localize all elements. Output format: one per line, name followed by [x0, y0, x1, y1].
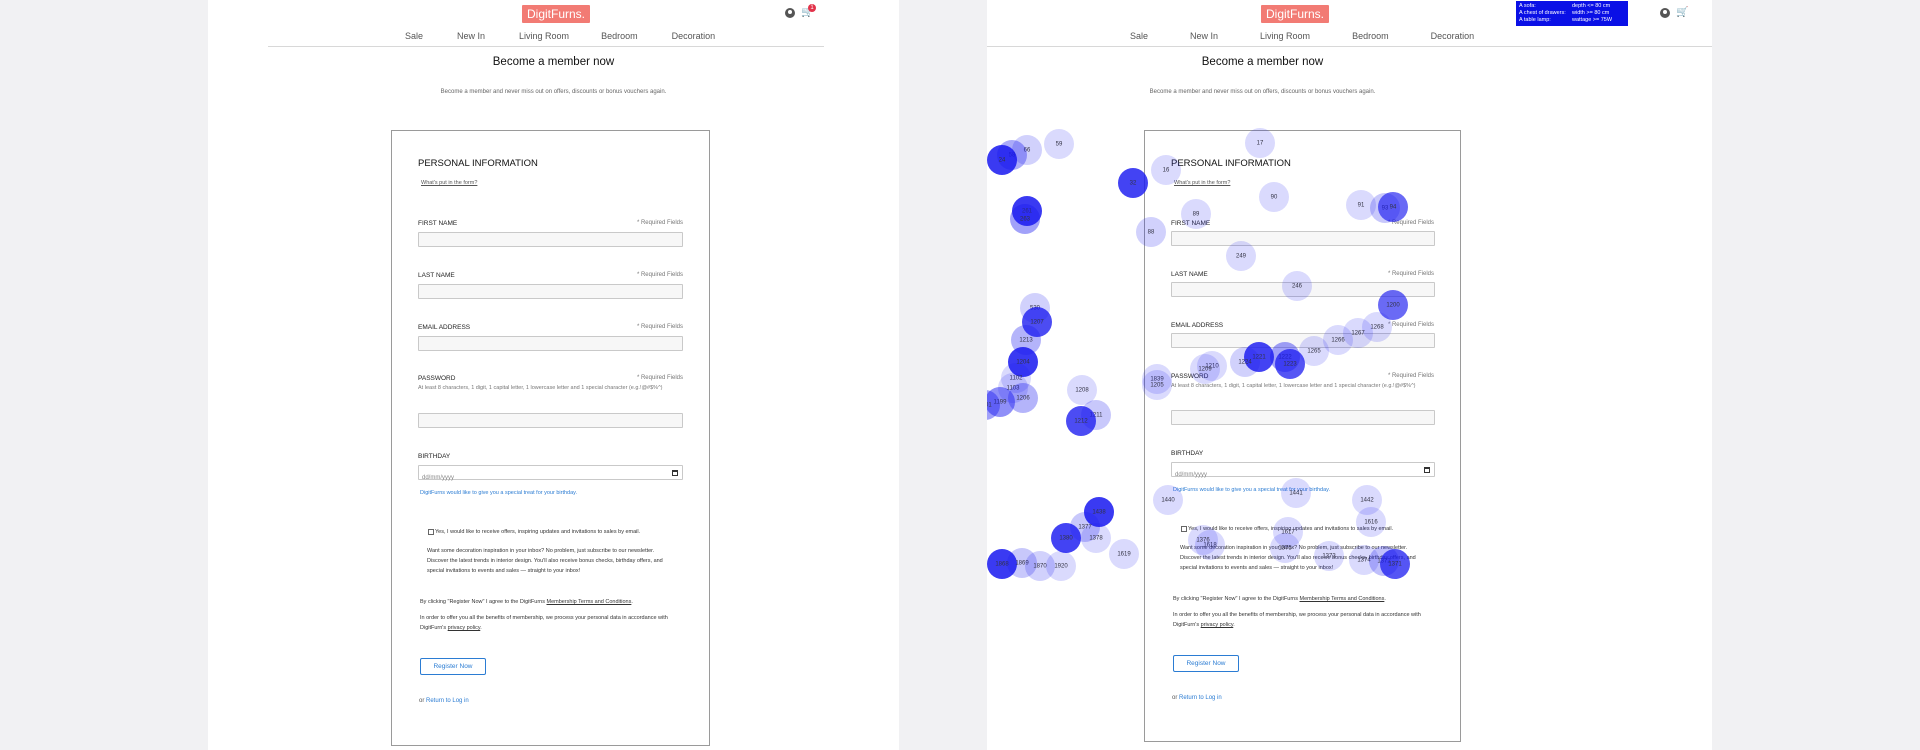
heatmap-bubble-label: 1376 — [1196, 538, 1210, 544]
heatmap-bubble-label: 88 — [1148, 230, 1155, 236]
heatmap-bubble-label: 1616 — [1364, 520, 1378, 526]
heatmap-bubble — [955, 392, 985, 422]
heatmap-bubble-label: 1380 — [1059, 536, 1073, 542]
heatmap-bubble-label: 1266 — [1331, 338, 1345, 344]
heatmap-bubble-label: 263 — [1020, 217, 1031, 223]
heatmap-bubble-label: 1265 — [1307, 349, 1321, 355]
heatmap-bubble-label: 1208 — [1075, 388, 1089, 394]
heatmap-bubble-label: 249 — [1236, 254, 1247, 260]
heatmap-bubble-label: 16 — [1163, 168, 1170, 174]
heatmap-bubble-label: 1201 — [978, 403, 992, 409]
heatmap-bubble-label: 1442 — [1360, 498, 1374, 504]
heatmap-bubble-label: 246 — [1292, 284, 1303, 290]
heatmap-bubble-label: 1202 — [963, 405, 977, 411]
heatmap-bubble-label: 1373 — [1322, 554, 1336, 560]
heatmap-bubble-label: 1200 — [1386, 303, 1400, 309]
heatmap-bubble-label: 91 — [1358, 203, 1365, 209]
heatmap-bubble-label: 1438 — [1092, 510, 1106, 516]
heatmap-bubble-label: 1441 — [1289, 491, 1303, 497]
heatmap-bubble-label: 1920 — [1054, 564, 1068, 570]
heatmap-bubble-label: 1870 — [1033, 564, 1047, 570]
heatmap-bubble-label: 1619 — [1117, 552, 1131, 558]
heatmap-bubble-label: 1223 — [1283, 362, 1297, 368]
attention-heatmap: 1759665824163290919394892612638824924612… — [955, 128, 1410, 581]
heatmap-bubble-label: 24 — [999, 158, 1006, 164]
heatmap-bubble-label: 1375 — [1278, 546, 1292, 552]
heatmap-bubble-label: 1371 — [1388, 562, 1402, 568]
heatmap-bubble-label: 1207 — [1030, 320, 1044, 326]
heatmap-bubble-label: 1209 — [1198, 367, 1212, 373]
heatmap-bubble-label: 1212 — [1074, 419, 1088, 425]
heatmap-bubble-label: 94 — [1390, 205, 1397, 211]
heatmap-bubble-label: 1206 — [1016, 396, 1030, 402]
heatmap-bubble-label: 1267 — [1351, 331, 1365, 337]
heatmap-bubble-label: 17 — [1257, 141, 1264, 147]
heatmap-bubble-label: 89 — [1193, 212, 1200, 218]
heatmap-bubble-label: 59 — [1056, 142, 1063, 148]
heatmap-bubble-label: 32 — [1130, 181, 1137, 187]
heatmap-bubble — [987, 390, 1000, 420]
heatmap-bubble-label: 1213 — [1019, 338, 1033, 344]
heatmap-bubble-label: 1440 — [1161, 498, 1175, 504]
heatmap-bubble-label: 1378 — [1089, 536, 1103, 542]
heatmap-bubble-label: 1224 — [1238, 360, 1252, 366]
heatmap-bubble-label: 1205 — [1150, 383, 1164, 389]
heatmap-bubble-label: 90 — [1271, 195, 1278, 201]
